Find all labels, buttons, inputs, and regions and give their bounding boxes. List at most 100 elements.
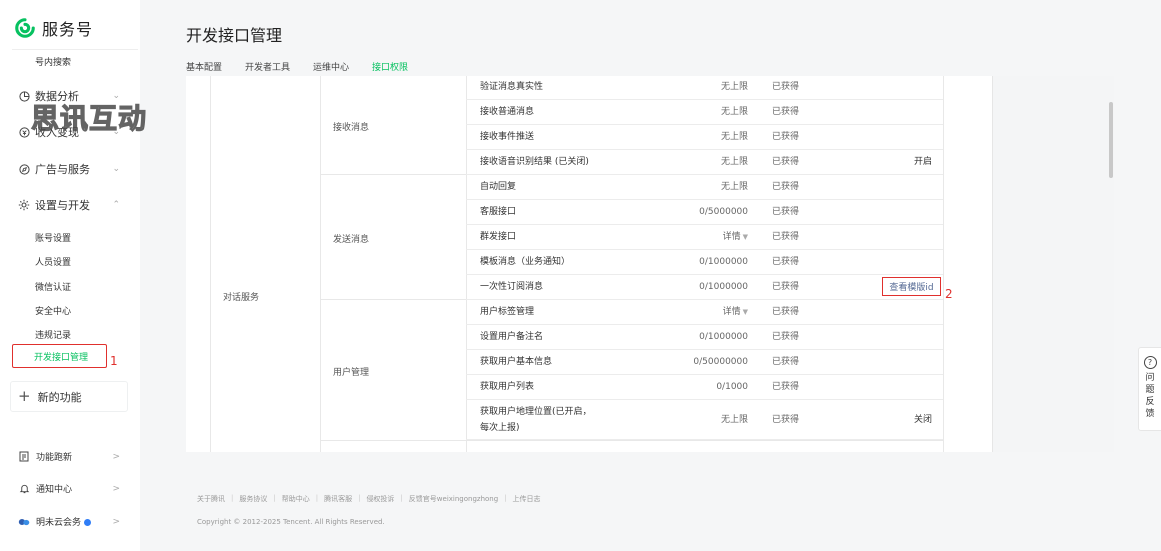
api-status: 已获得	[772, 415, 800, 425]
table-row: 用户标签管理 详情 ▼ 已获得	[466, 300, 943, 325]
account-switcher[interactable]: 明未云会务 >	[18, 515, 120, 528]
api-name: 客服接口	[480, 207, 517, 217]
sidebar-item-violation-records[interactable]: 违规记录	[35, 328, 71, 341]
details-dropdown[interactable]: 详情 ▼	[723, 225, 748, 250]
tab-basic-config[interactable]: 基本配置	[186, 60, 222, 77]
api-limit: 0/5000000	[699, 207, 748, 217]
api-name: 获取用户地理位置(已开启，每次上报)	[480, 407, 592, 433]
sidebar-item-security-center[interactable]: 安全中心	[35, 304, 71, 317]
api-name: 接收语音识别结果 (已关闭)	[480, 157, 589, 167]
footer-link[interactable]: 侵权投诉	[366, 494, 394, 504]
table-row: 获取用户地理位置(已开启，每次上报) 无上限 已获得 关闭	[466, 400, 943, 440]
details-dropdown[interactable]: 详情 ▼	[723, 300, 748, 325]
table-row: 接收事件推送 无上限 已获得	[466, 125, 943, 150]
logo[interactable]: 服务号	[14, 16, 93, 40]
separator: |	[231, 494, 234, 502]
sidebar-item-account-settings[interactable]: 账号设置	[35, 231, 71, 244]
sidebar: 服务号 号内搜索 数据分析 ⌄ 收入变现 ⌄ 广告与服务 ⌄ 设置与开发 ⌃ 账…	[0, 0, 140, 551]
table-border	[943, 76, 944, 452]
api-status: 已获得	[772, 382, 800, 392]
api-limit: 无上限	[720, 107, 748, 117]
scrollbar-thumb[interactable]	[1109, 102, 1113, 178]
chevron-right-icon: >	[112, 516, 120, 527]
table-row: 自动回复 无上限 已获得	[466, 175, 943, 200]
footer-link[interactable]: 上传日志	[513, 494, 541, 504]
separator: |	[273, 494, 276, 502]
sidebar-item-label: 开发接口管理	[34, 352, 89, 363]
sidebar-group-settings[interactable]: 设置与开发 ⌃	[18, 197, 120, 213]
disable-link[interactable]: 关闭	[914, 408, 932, 433]
view-template-id-button[interactable]: 查看模版id	[882, 277, 941, 296]
sidebar-item-feature-updates[interactable]: 功能跑新 >	[18, 450, 120, 463]
table-row: 验证消息真实性 无上限 已获得	[466, 75, 943, 100]
footer-link[interactable]: 帮助中心	[282, 494, 310, 504]
api-status: 已获得	[772, 82, 800, 92]
footer-link[interactable]: 腾讯客服	[324, 494, 352, 504]
api-status: 已获得	[772, 357, 800, 367]
api-limit: 0/1000000	[699, 257, 748, 267]
new-feature-button[interactable]: + 新的功能	[10, 381, 128, 412]
api-name: 设置用户备注名	[480, 332, 544, 342]
footer-link[interactable]: 服务协议	[239, 494, 267, 504]
api-status: 已获得	[772, 182, 800, 192]
table-row: 获取用户基本信息 0/50000000 已获得	[466, 350, 943, 375]
footer-link[interactable]: 反馈官号weixingongzhong	[409, 494, 498, 504]
table-group-label: 接收消息	[333, 123, 370, 133]
separator: |	[504, 494, 507, 502]
sidebar-item-dev-api-management[interactable]: 开发接口管理	[12, 344, 107, 368]
footer-links: 关于腾讯 | 服务协议 | 帮助中心 | 腾讯客服 | 侵权投诉 | 反馈官号weixin…	[197, 494, 541, 504]
copyright: Copyright © 2012-2025 Tencent. All Right…	[197, 518, 385, 526]
table-group-divider	[320, 440, 943, 441]
sidebar-item-wechat-verify[interactable]: 微信认证	[35, 280, 71, 293]
table-border	[320, 76, 321, 452]
table-group-label: 用户管理	[333, 368, 370, 378]
table-row: 接收普通消息 无上限 已获得	[466, 100, 943, 125]
chevron-right-icon: >	[112, 483, 120, 494]
caret-down-icon: ▼	[742, 308, 748, 316]
watermark: 思讯互动	[30, 101, 148, 135]
sidebar-item-member-settings[interactable]: 人员设置	[35, 255, 71, 268]
api-name: 接收普通消息	[480, 107, 535, 117]
api-name: 接收事件推送	[480, 132, 535, 142]
chevron-down-icon: ⌄	[112, 164, 120, 174]
api-name: 用户标签管理	[480, 307, 535, 317]
chevron-right-icon: >	[112, 451, 120, 462]
sidebar-group-label: 设置与开发	[35, 199, 90, 212]
api-name: 自动回复	[480, 182, 517, 192]
tab-ops-center[interactable]: 运维中心	[313, 60, 349, 77]
feedback-button[interactable]: ? 问题反馈	[1138, 347, 1161, 431]
api-name: 验证消息真实性	[480, 82, 544, 92]
sidebar-group-label: 广告与服务	[35, 163, 90, 176]
api-limit: 0/1000	[716, 382, 748, 392]
service-account-logo-icon	[15, 18, 35, 38]
sidebar-item-search[interactable]: 号内搜索	[35, 55, 71, 68]
table-row: 设置用户备注名 0/1000000 已获得	[466, 325, 943, 350]
enable-link[interactable]: 开启	[914, 150, 932, 175]
separator: |	[400, 494, 403, 502]
api-status: 已获得	[772, 332, 800, 342]
sidebar-group-ads[interactable]: 广告与服务 ⌄	[18, 161, 120, 177]
divider	[12, 49, 138, 50]
tab-api-permissions[interactable]: 接口权限	[372, 60, 409, 78]
tab-developer-tools[interactable]: 开发者工具	[245, 60, 290, 77]
chart-icon	[18, 90, 30, 102]
table-group-label: 发送消息	[333, 235, 370, 245]
api-status: 已获得	[772, 157, 800, 167]
separator: |	[358, 494, 361, 502]
footer-link[interactable]: 关于腾讯	[197, 494, 225, 504]
api-status: 已获得	[772, 307, 800, 317]
sidebar-item-notifications[interactable]: 通知中心 >	[18, 482, 120, 495]
api-name: 获取用户基本信息	[480, 357, 553, 367]
verified-badge-icon	[84, 519, 92, 526]
api-limit: 0/1000000	[699, 332, 748, 342]
api-status: 已获得	[772, 257, 800, 267]
api-status: 已获得	[772, 107, 800, 117]
table-row: 客服接口 0/5000000 已获得	[466, 200, 943, 225]
sidebar-item-label: 功能跑新	[36, 453, 73, 463]
question-icon: ?	[1143, 356, 1157, 369]
page-title: 开发接口管理	[186, 26, 283, 45]
api-name: 获取用户列表	[480, 382, 535, 392]
annotation-number: 1	[110, 354, 118, 368]
table-category: 对话服务	[223, 293, 260, 303]
api-name: 一次性订阅消息	[480, 282, 544, 292]
